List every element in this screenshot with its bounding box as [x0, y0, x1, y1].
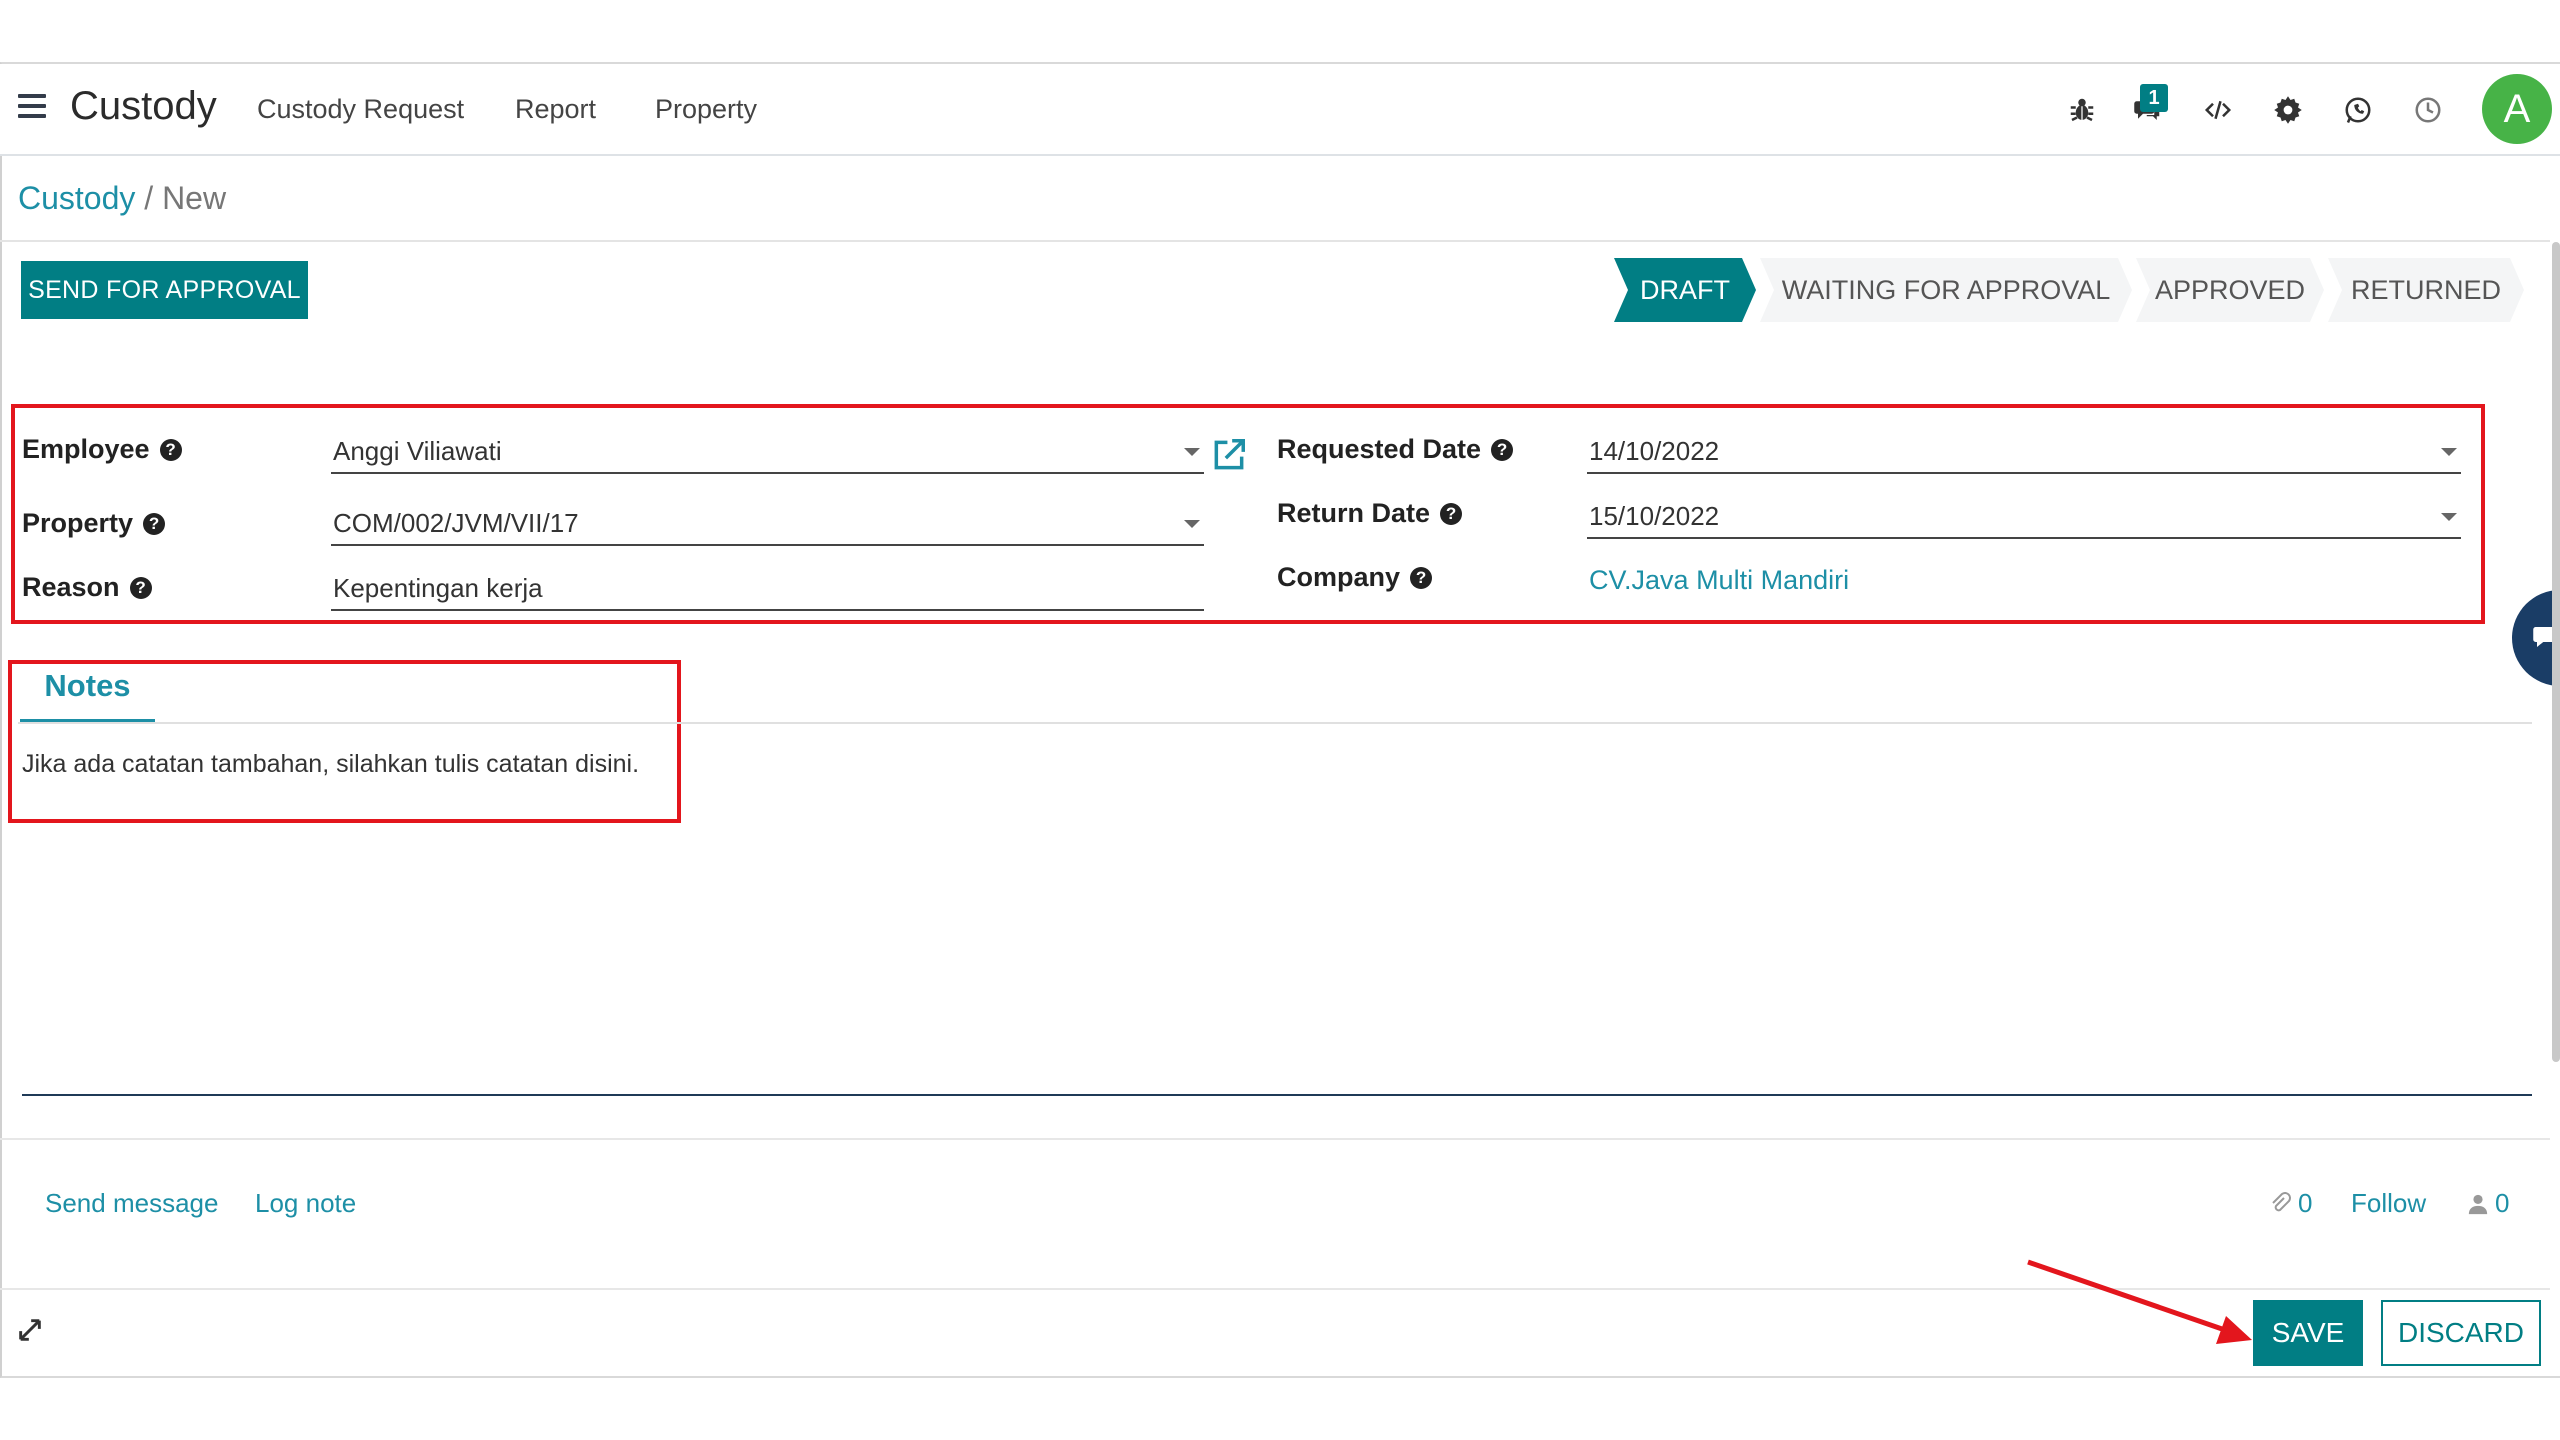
property-field[interactable]: COM/002/JVM/VII/17: [331, 502, 1204, 546]
return-date-value: 15/10/2022: [1589, 500, 1720, 531]
log-note-button[interactable]: Log note: [255, 1188, 356, 1219]
employee-label: Employee ?: [22, 434, 182, 465]
employee-field[interactable]: Anggi Viliawati: [331, 430, 1204, 474]
property-dropdown-icon[interactable]: [1184, 520, 1200, 528]
bug-icon[interactable]: [2062, 90, 2102, 130]
requested-date-dropdown-icon[interactable]: [2441, 448, 2457, 456]
reason-value: Kepentingan kerja: [333, 572, 543, 603]
reason-label-text: Reason: [22, 572, 120, 602]
employee-help-icon[interactable]: ?: [159, 438, 182, 461]
breadcrumb-divider: [0, 240, 2550, 242]
employee-dropdown-icon[interactable]: [1184, 448, 1200, 456]
message-count-badge: 1: [2140, 84, 2168, 112]
property-help-icon[interactable]: ?: [143, 512, 166, 535]
company-label: Company ?: [1277, 562, 1433, 593]
followers-button[interactable]: 0: [2467, 1188, 2509, 1219]
company-link[interactable]: CV.Java Multi Mandiri: [1589, 565, 1849, 596]
notes-textarea[interactable]: Jika ada catatan tambahan, silahkan tuli…: [22, 750, 639, 779]
requested-date-value: 14/10/2022: [1589, 435, 1720, 466]
user-icon: [2468, 1194, 2488, 1214]
employee-value: Anggi Viliawati: [333, 435, 502, 466]
property-label-text: Property: [22, 508, 134, 538]
send-for-approval-button[interactable]: SEND FOR APPROVAL: [21, 261, 308, 319]
stage-draft[interactable]: DRAFT: [1614, 258, 1756, 322]
reason-label: Reason ?: [22, 572, 152, 603]
employee-label-text: Employee: [22, 434, 150, 464]
send-message-button[interactable]: Send message: [45, 1188, 218, 1219]
discard-button[interactable]: DISCARD: [2381, 1300, 2541, 1366]
chatter-divider: [0, 1138, 2550, 1140]
tab-notes[interactable]: Notes: [20, 664, 155, 722]
save-button[interactable]: SAVE: [2253, 1300, 2363, 1366]
expand-icon[interactable]: [16, 1316, 44, 1344]
reason-field[interactable]: Kepentingan kerja: [331, 567, 1204, 611]
reason-help-icon[interactable]: ?: [129, 576, 152, 599]
stage-returned[interactable]: RETURNED: [2328, 258, 2524, 322]
breadcrumb-custody-link[interactable]: Custody: [18, 180, 135, 216]
return-date-label-text: Return Date: [1277, 498, 1431, 528]
gear-icon[interactable]: [2268, 90, 2308, 130]
property-value: COM/002/JVM/VII/17: [333, 507, 579, 538]
code-icon[interactable]: [2198, 90, 2238, 130]
requested-date-label-text: Requested Date: [1277, 434, 1482, 464]
return-date-label: Return Date ?: [1277, 498, 1463, 529]
breadcrumb-current: New: [162, 180, 227, 216]
property-label: Property ?: [22, 508, 166, 539]
company-help-icon[interactable]: ?: [1410, 566, 1433, 589]
nav-property[interactable]: Property: [655, 94, 757, 125]
followers-count: 0: [2495, 1188, 2510, 1218]
top-navbar: Custody Custody Request Report Property …: [0, 64, 2560, 156]
tab-underline: [18, 722, 2532, 724]
return-date-help-icon[interactable]: ?: [1440, 502, 1463, 525]
breadcrumb-separator: /: [144, 180, 154, 216]
app-title: Custody: [70, 84, 217, 128]
requested-date-field[interactable]: 14/10/2022: [1587, 430, 2461, 474]
requested-date-label: Requested Date ?: [1277, 434, 1514, 465]
menu-toggle-icon[interactable]: [18, 94, 46, 122]
notes-bottom-border: [22, 1094, 2532, 1096]
paperclip-icon: [2272, 1191, 2291, 1211]
stage-approved[interactable]: APPROVED: [2136, 258, 2324, 322]
nav-report[interactable]: Report: [515, 94, 596, 125]
requested-date-help-icon[interactable]: ?: [1491, 438, 1514, 461]
breadcrumb: Custody / New: [18, 180, 226, 217]
stage-waiting-for-approval[interactable]: WAITING FOR APPROVAL: [1760, 258, 2132, 322]
user-avatar[interactable]: A: [2482, 74, 2552, 144]
nav-custody-request[interactable]: Custody Request: [257, 94, 464, 125]
external-link-icon[interactable]: [1210, 436, 1248, 474]
attachments-button[interactable]: 0: [2268, 1188, 2312, 1219]
follow-button[interactable]: Follow: [2351, 1188, 2426, 1219]
company-label-text: Company: [1277, 562, 1401, 592]
return-date-dropdown-icon[interactable]: [2441, 513, 2457, 521]
attachments-count: 0: [2298, 1188, 2313, 1218]
clock-icon[interactable]: [2408, 90, 2448, 130]
whatsapp-icon[interactable]: [2338, 90, 2378, 130]
return-date-field[interactable]: 15/10/2022: [1587, 495, 2461, 539]
scrollbar[interactable]: [2552, 242, 2560, 1062]
footer-divider: [0, 1288, 2550, 1290]
